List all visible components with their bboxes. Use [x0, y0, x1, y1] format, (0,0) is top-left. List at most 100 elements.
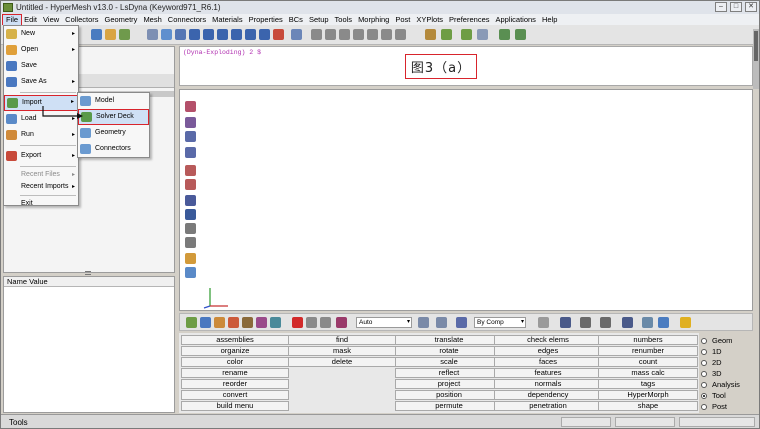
menu-item-save[interactable]: Save	[4, 58, 78, 74]
renumber-button[interactable]: renumber	[598, 346, 698, 356]
model-icon[interactable]	[185, 195, 196, 206]
menu-xyplots[interactable]: XYPlots	[413, 15, 446, 25]
system-icon[interactable]	[200, 317, 211, 328]
results-icon[interactable]	[185, 267, 196, 278]
command-window[interactable]: (Dyna-Exploding) 2 $ 图3（a）	[179, 46, 753, 86]
reorder-button[interactable]: reorder	[181, 379, 289, 389]
radio-3d[interactable]: 3D	[701, 368, 757, 379]
minimize-button[interactable]: –	[715, 2, 727, 12]
menu-item-model[interactable]: Model	[78, 93, 149, 109]
radio-tool[interactable]: Tool	[701, 390, 757, 401]
shape-button[interactable]: shape	[598, 401, 698, 411]
element-color-icon[interactable]	[456, 317, 467, 328]
reflect-button[interactable]: reflect	[395, 368, 503, 378]
view-top-icon[interactable]	[189, 29, 200, 40]
command-scrollbar[interactable]	[753, 29, 759, 89]
features-button[interactable]: features	[494, 368, 602, 378]
info-icon[interactable]	[185, 209, 196, 220]
radio-2d[interactable]: 2D	[701, 357, 757, 368]
collector-icon[interactable]	[91, 29, 102, 40]
color-scale-icon[interactable]	[185, 253, 196, 264]
count-button[interactable]: count	[598, 357, 698, 367]
menu-item-export[interactable]: Export ▸	[4, 148, 78, 164]
view-iso-icon[interactable]	[175, 29, 186, 40]
display-icon[interactable]	[658, 317, 669, 328]
menu-connectors[interactable]: Connectors	[165, 15, 209, 25]
menu-help[interactable]: Help	[539, 15, 560, 25]
menu-mesh[interactable]: Mesh	[140, 15, 164, 25]
panel-splitter[interactable]	[85, 271, 91, 275]
rotate-button[interactable]: rotate	[395, 346, 503, 356]
user-profile-icon[interactable]	[105, 29, 116, 40]
numbers-icon[interactable]	[185, 223, 196, 234]
mask-button[interactable]: mask	[288, 346, 396, 356]
element-type-icon[interactable]	[560, 317, 571, 328]
shading-icon[interactable]	[418, 317, 429, 328]
assemblies-button[interactable]: assemblies	[181, 335, 289, 345]
close-button[interactable]: ✕	[745, 2, 757, 12]
permute-button[interactable]: permute	[395, 401, 503, 411]
arrow-right-icon[interactable]	[367, 29, 378, 40]
menu-view[interactable]: View	[40, 15, 62, 25]
view-bottom-icon[interactable]	[203, 29, 214, 40]
sum-icon[interactable]	[515, 29, 526, 40]
feature-lines-icon[interactable]	[185, 147, 196, 158]
section-cut-icon[interactable]	[622, 317, 633, 328]
convert-button[interactable]: convert	[181, 390, 289, 400]
zoom-window-icon[interactable]	[311, 29, 322, 40]
menu-geometry[interactable]: Geometry	[102, 15, 141, 25]
view-left-icon[interactable]	[217, 29, 228, 40]
property-icon[interactable]	[270, 317, 281, 328]
menu-item-solver-deck[interactable]: Solver Deck	[78, 109, 149, 125]
menu-item-recent-imports[interactable]: Recent Imports ▸	[4, 181, 78, 193]
component-icon[interactable]	[186, 317, 197, 328]
rename-button[interactable]: rename	[181, 368, 289, 378]
mesh-lines-icon[interactable]	[185, 131, 196, 142]
load-collector-icon[interactable]	[214, 317, 225, 328]
menu-collectors[interactable]: Collectors	[62, 15, 101, 25]
translate-button[interactable]: translate	[395, 335, 503, 345]
menu-morphing[interactable]: Morphing	[355, 15, 392, 25]
export-icon[interactable]	[461, 29, 472, 40]
menu-item-geometry[interactable]: Geometry	[78, 125, 149, 141]
material-icon[interactable]	[256, 317, 267, 328]
menu-setup[interactable]: Setup	[306, 15, 332, 25]
visualization-options-icon[interactable]	[538, 317, 549, 328]
radio-analysis[interactable]: Analysis	[701, 379, 757, 390]
mask-icon[interactable]	[306, 317, 317, 328]
clip-plane-icon[interactable]	[600, 317, 611, 328]
transparency-icon[interactable]	[185, 165, 196, 176]
import-icon[interactable]	[477, 29, 488, 40]
group-icon[interactable]	[242, 317, 253, 328]
penetration-button[interactable]: penetration	[494, 401, 602, 411]
menu-preferences[interactable]: Preferences	[446, 15, 492, 25]
delete-icon[interactable]	[292, 317, 303, 328]
menu-item-run[interactable]: Run ▸	[4, 127, 78, 143]
menu-item-save-as[interactable]: Save As ▸	[4, 74, 78, 90]
radio-post[interactable]: Post	[701, 401, 757, 412]
shaded-icon[interactable]	[185, 101, 196, 112]
menu-item-new[interactable]: New ▸	[4, 26, 78, 42]
delete-button[interactable]: delete	[288, 357, 396, 367]
edges-button[interactable]: edges	[494, 346, 602, 356]
move-icon[interactable]	[339, 29, 350, 40]
menu-edit[interactable]: Edit	[21, 15, 40, 25]
faces-button[interactable]: faces	[494, 357, 602, 367]
isolate-icon[interactable]	[320, 317, 331, 328]
menu-properties[interactable]: Properties	[246, 15, 286, 25]
organize-button[interactable]: organize	[181, 346, 289, 356]
view-back-icon[interactable]	[259, 29, 270, 40]
reverse-icon[interactable]	[336, 317, 347, 328]
menu-item-open[interactable]: Open ▸	[4, 42, 78, 58]
auto-combo[interactable]: Auto ▾	[356, 317, 412, 328]
check-elems-button[interactable]: check elems	[494, 335, 602, 345]
maximize-button[interactable]: □	[730, 2, 742, 12]
favorite-icon[interactable]	[680, 317, 691, 328]
assembly-icon[interactable]	[119, 29, 130, 40]
radio-geom[interactable]: Geom	[701, 335, 757, 346]
normals-button[interactable]: normals	[494, 379, 602, 389]
transform-icon[interactable]	[441, 29, 452, 40]
dependency-button[interactable]: dependency	[494, 390, 602, 400]
scroll-thumb[interactable]	[754, 31, 758, 61]
menu-tools[interactable]: Tools	[332, 15, 356, 25]
